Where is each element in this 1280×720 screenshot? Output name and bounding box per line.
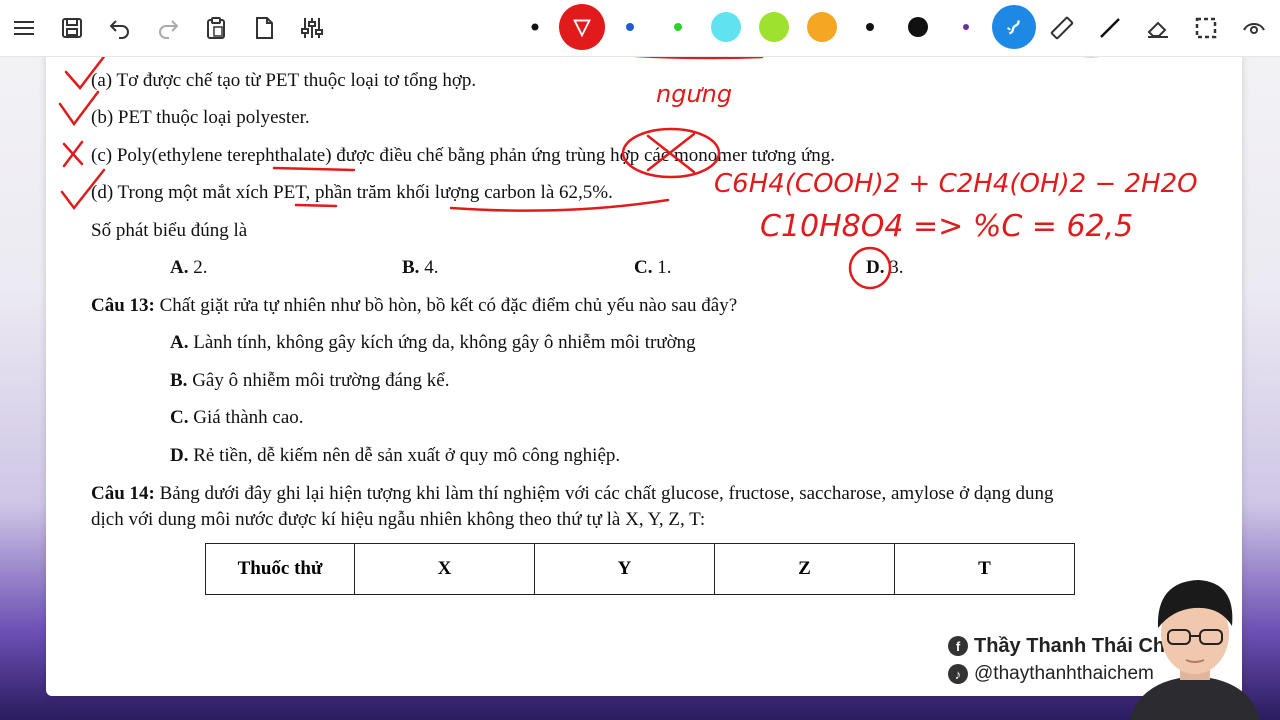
q14-stem-line1: Câu 14: Bảng dưới đây ghi lại hiện tượng… <box>91 483 1054 504</box>
clipboard-icon <box>207 17 225 39</box>
pen-purple[interactable] <box>963 24 969 30</box>
select-button[interactable] <box>1186 8 1226 48</box>
view-button[interactable] <box>1234 8 1274 48</box>
facebook-icon: f <box>948 636 968 656</box>
statement-a: (a) Tơ được chế tạo từ PET thuộc loại tơ… <box>91 70 477 91</box>
q12-option-b: B. 4. <box>402 257 439 278</box>
shape-pen-icon <box>1007 20 1020 35</box>
q13-option-d: D. Rẻ tiền, dễ kiếm nên dễ sản xuất ở qu… <box>170 445 621 466</box>
formula-result: C10H8O4 => %C = 62,5 <box>760 209 1133 244</box>
statement-c: (c) Poly(ethylene terephthalate) được đi… <box>91 145 836 166</box>
highlighter-orange[interactable] <box>807 12 837 42</box>
select-icon <box>1195 17 1217 39</box>
q13-option-a: A. Lành tính, không gây kích ứng da, khô… <box>170 332 696 353</box>
ink-annotations: ngưng C6H4(COOH)2 + C2H4(OH)2 − 2H2O C10… <box>58 52 1198 290</box>
redo-icon <box>159 20 179 39</box>
document-page: (a) Tơ được chế tạo từ PET thuộc loại tơ… <box>46 40 1242 696</box>
table-header-x: X <box>354 543 535 595</box>
ruler-button[interactable] <box>1042 8 1082 48</box>
pen-black-small[interactable] <box>531 23 539 31</box>
eraser-button[interactable] <box>1138 8 1178 48</box>
reagent-table: Thuốc thử X Y Z T <box>205 543 1075 595</box>
cross-mark-c <box>62 140 84 168</box>
new-page-button[interactable] <box>244 8 284 48</box>
q12-option-a: A. 2. <box>170 257 208 278</box>
shape-pen-button[interactable] <box>992 5 1036 49</box>
tiktok-icon: ♪ <box>948 664 968 684</box>
pen-black-large[interactable] <box>908 17 928 37</box>
sliders-icon <box>301 18 323 38</box>
q12-option-c: C. 1. <box>634 257 672 278</box>
q13-stem: Câu 13: Chất giặt rửa tự nhiên như bồ hò… <box>91 295 738 316</box>
menu-icon <box>14 21 34 35</box>
formula-reaction: C6H4(COOH)2 + C2H4(OH)2 − 2H2O <box>714 169 1198 199</box>
save-button[interactable] <box>52 8 92 48</box>
statement-b: (b) PET thuộc loại polyester. <box>91 107 310 128</box>
pen-blue[interactable] <box>626 23 634 31</box>
highlighter-lime[interactable] <box>759 12 789 42</box>
question-prompt: Số phát biểu đúng là <box>91 220 248 241</box>
toolbar <box>0 0 1280 57</box>
q12-option-d: D. 3. <box>866 257 904 278</box>
redo-button[interactable] <box>148 8 188 48</box>
presenter-webcam <box>1130 580 1260 720</box>
highlighter-cyan[interactable] <box>711 12 741 42</box>
q13-option-c: C. Giá thành cao. <box>170 407 304 428</box>
line-button[interactable] <box>1090 8 1130 48</box>
table-header-y: Y <box>534 543 715 595</box>
settings-button[interactable] <box>292 8 332 48</box>
note-ngung: ngưng <box>656 80 732 108</box>
statement-d: (d) Trong một mắt xích PET, phần trăm kh… <box>91 182 613 203</box>
menu-button[interactable] <box>4 8 44 48</box>
q13-option-b: B. Gây ô nhiễm môi trường đáng kể. <box>170 370 450 391</box>
undo-icon <box>109 20 129 39</box>
undo-button[interactable] <box>100 8 140 48</box>
save-icon <box>62 18 82 38</box>
table-row: Thuốc thử X Y Z T <box>205 543 1075 595</box>
table-header-t: T <box>894 543 1075 595</box>
table-header-z: Z <box>714 543 895 595</box>
table-header-reagent: Thuốc thử <box>205 543 355 595</box>
ruler-icon <box>1050 16 1074 40</box>
line-icon <box>1100 18 1120 38</box>
underline-terephthalate <box>272 166 356 172</box>
pen-green[interactable] <box>674 23 682 31</box>
view-icon <box>1243 23 1265 34</box>
pen-black-medium[interactable] <box>866 23 874 31</box>
clipboard-button[interactable] <box>196 8 236 48</box>
new-page-icon <box>256 17 273 39</box>
eraser-icon <box>1147 21 1168 38</box>
pen-red-selected[interactable] <box>559 4 605 50</box>
underline-pet <box>294 203 338 208</box>
q14-stem-line2: dịch với dung môi nước được kí hiệu ngẫu… <box>91 509 706 530</box>
pen-nib-icon <box>573 19 591 38</box>
